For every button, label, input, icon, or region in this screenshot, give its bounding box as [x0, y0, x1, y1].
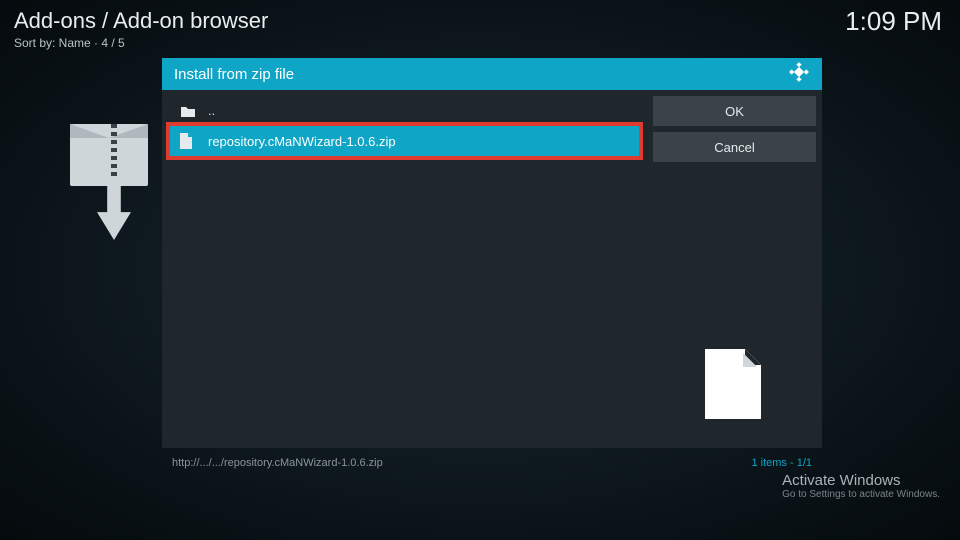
clock: 1:09 PM — [845, 6, 942, 37]
file-list: .. repository.cMaNWizard-1.0.6.zip — [162, 90, 647, 448]
file-preview — [658, 324, 808, 444]
dialog-titlebar: Install from zip file — [162, 58, 822, 90]
windows-activation-watermark: Activate Windows Go to Settings to activ… — [782, 472, 940, 500]
page-title: Add-ons / Add-on browser — [14, 8, 268, 34]
watermark-title: Activate Windows — [782, 472, 940, 489]
ok-button[interactable]: OK — [653, 96, 816, 126]
install-zip-dialog: Install from zip file .. repository.cMaN… — [162, 58, 822, 474]
dialog-side-pane: OK Cancel — [647, 90, 822, 448]
footer-path: http://.../.../repository.cMaNWizard-1.0… — [172, 457, 383, 469]
parent-folder-label: .. — [208, 103, 215, 118]
sort-status: Sort by: Name · 4 / 5 — [14, 36, 268, 50]
breadcrumb-header: Add-ons / Add-on browser Sort by: Name ·… — [14, 8, 268, 50]
zip-file-icon — [70, 120, 158, 220]
zip-file-row[interactable]: repository.cMaNWizard-1.0.6.zip — [170, 126, 639, 156]
dialog-title-text: Install from zip file — [174, 66, 294, 83]
dialog-body: .. repository.cMaNWizard-1.0.6.zip OK Ca… — [162, 90, 822, 448]
footer-items: 1 items - 1/1 — [751, 457, 812, 469]
zip-file-label: repository.cMaNWizard-1.0.6.zip — [208, 134, 396, 149]
kodi-logo-icon — [788, 61, 810, 87]
dialog-footer: http://.../.../repository.cMaNWizard-1.0… — [162, 452, 822, 474]
cancel-button[interactable]: Cancel — [653, 132, 816, 162]
folder-up-icon — [180, 104, 198, 118]
parent-folder-row[interactable]: .. — [170, 96, 639, 126]
watermark-sub: Go to Settings to activate Windows. — [782, 489, 940, 500]
file-icon — [180, 133, 198, 149]
